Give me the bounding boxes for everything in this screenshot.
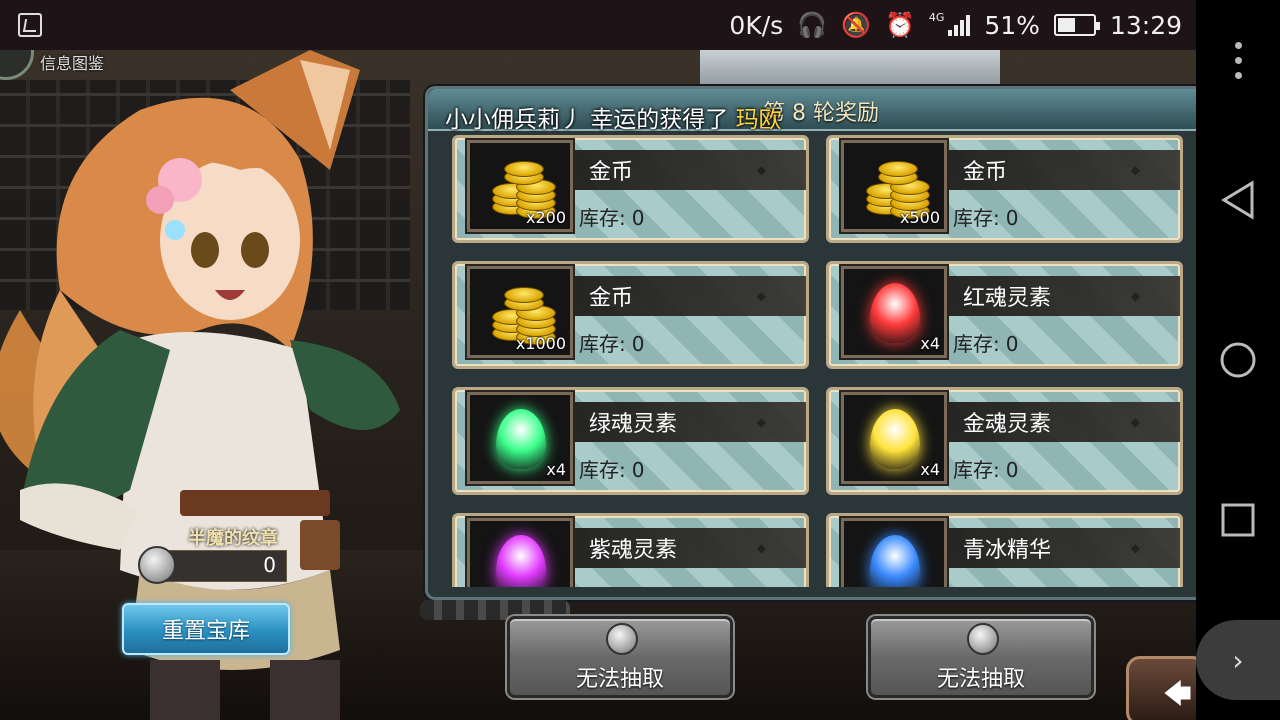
net-speed: 0K/s: [729, 10, 784, 40]
background-window: [700, 50, 1000, 90]
reward-item-name: 绿魂灵素: [565, 402, 806, 442]
announcement-text: 小小佣兵莉丿 幸运的获得了: [445, 107, 729, 133]
reward-item-name: 金币: [939, 150, 1180, 190]
reward-item-card[interactable]: 紫魂灵素: [452, 513, 809, 587]
back-arrow-button[interactable]: 🡄: [1126, 656, 1196, 720]
stock-value: 0: [1005, 332, 1019, 356]
status-bar: 0K/s 🎧 🔕 ⏰ 4G 51% 13:29: [0, 0, 1196, 50]
mute-icon: 🔕: [841, 11, 871, 39]
clock: 13:29: [1109, 10, 1182, 40]
reward-item-name: 金魂灵素: [939, 402, 1180, 442]
info-gallery-label: 信息图鉴: [40, 54, 105, 73]
stock-value: 0: [631, 332, 645, 356]
reward-item-name: 红魂灵素: [939, 276, 1180, 316]
draw-button-single[interactable]: 无法抽取: [507, 616, 733, 698]
android-navigation-bar: [1196, 0, 1280, 720]
reward-item-stock: 库存: 0: [579, 454, 644, 483]
emblem-count: 0: [263, 553, 276, 577]
reward-item-name: 金币: [565, 150, 806, 190]
reward-item-name: 紫魂灵素: [565, 528, 806, 568]
stock-label: 库存:: [579, 332, 626, 356]
crystal-graphic: [870, 409, 920, 469]
reward-item-name: 青冰精华: [939, 528, 1180, 568]
stock-label: 库存:: [953, 332, 1000, 356]
gold-coins-icon: x1000: [467, 266, 573, 358]
crystal-graphic: [496, 409, 546, 469]
status-bar-indicators: 0K/s 🎧 🔕 ⏰ 4G 51% 13:29: [729, 0, 1182, 50]
announcement-item: 玛欧: [735, 107, 782, 133]
stock-label: 库存:: [579, 206, 626, 230]
purple-soul-crystal-icon: [467, 518, 573, 587]
reward-item-card[interactable]: 红魂灵素库存:0 x4: [826, 261, 1183, 369]
draw-button-multi[interactable]: 无法抽取: [868, 616, 1094, 698]
battery-fill: [1057, 18, 1076, 32]
reward-item-stock: 库存: 0: [579, 202, 644, 231]
overflow-menu-icon[interactable]: [1196, 30, 1280, 90]
crystal-graphic: [870, 283, 920, 343]
emblem-title: 半魔的纹章: [188, 528, 278, 549]
network-type: 4G: [928, 10, 945, 24]
blue-ice-essence-icon: [841, 518, 947, 587]
reward-item-card[interactable]: 金魂灵素库存:0 x4: [826, 387, 1183, 495]
reward-item-stock: 库存: 0: [953, 454, 1018, 483]
reward-item-quantity: x4: [920, 460, 940, 479]
gold-coins-icon: x200: [467, 140, 573, 232]
reward-item-stock: 库存: 0: [953, 202, 1018, 231]
emblem-coin-icon: [606, 623, 638, 655]
reward-item-quantity: x500: [899, 208, 940, 227]
home-circle-icon: [1220, 342, 1256, 378]
reward-item-card[interactable]: 金币库存:0 x200: [452, 135, 809, 243]
emblem-counter: 半魔的纹章 0: [138, 520, 288, 590]
stock-label: 库存:: [953, 206, 1000, 230]
stock-label: 库存:: [953, 458, 1000, 482]
battery-icon: [1053, 14, 1100, 36]
back-triangle-icon: [1221, 180, 1254, 220]
recents-square-icon: [1221, 503, 1255, 537]
headphones-icon: 🎧: [797, 11, 828, 39]
stock-value: 0: [1005, 458, 1019, 482]
game-scene[interactable]: 信息图鉴 半魔的纹章 0 重置宝库 第 8 轮奖励 金币 ◆ 库存: 0 x20…: [0, 50, 1196, 720]
reward-item-card[interactable]: 青冰精华: [826, 513, 1183, 587]
battery-percent: 51%: [984, 10, 1040, 40]
rewards-panel: 第 8 轮奖励 金币库存:0x200金币库存:0x500金币库存:0x1000红…: [425, 86, 1196, 600]
stock-value: 0: [631, 206, 645, 230]
nav-recents-button[interactable]: [1196, 490, 1280, 550]
green-soul-crystal-icon: x4: [467, 392, 573, 484]
stock-value: 0: [1005, 206, 1019, 230]
reward-item-quantity: x1000: [515, 334, 566, 353]
reward-item-quantity: x200: [525, 208, 566, 227]
nav-home-button[interactable]: [1196, 330, 1280, 390]
rewards-list[interactable]: 金币库存:0x200金币库存:0x500金币库存:0x1000红魂灵素库存:0x…: [428, 135, 1196, 587]
reward-item-card[interactable]: 金币库存:0 x1000: [452, 261, 809, 369]
loot-announcement: 小小佣兵莉丿 幸运的获得了 玛欧: [445, 100, 782, 134]
reward-item-card[interactable]: 金币库存:0 x500: [826, 135, 1183, 243]
draw-button-label: 无法抽取: [936, 667, 1025, 692]
reward-item-card[interactable]: 绿魂灵素库存:0 x4: [452, 387, 809, 495]
crystal-graphic: [496, 535, 546, 587]
signal-icon: 4G: [929, 11, 945, 24]
gallery-icon: [18, 13, 42, 37]
gold-coins-icon: x500: [841, 140, 947, 232]
reward-item-quantity: x4: [546, 460, 566, 479]
alarm-icon: ⏰: [884, 11, 915, 39]
stock-value: 0: [631, 458, 645, 482]
signal-bars-icon: [948, 14, 971, 36]
reset-vault-button[interactable]: 重置宝库: [122, 603, 290, 655]
crystal-graphic: [870, 535, 920, 587]
red-soul-crystal-icon: x4: [841, 266, 947, 358]
reward-item-name: 金币: [565, 276, 806, 316]
reward-item-stock: 库存: 0: [953, 328, 1018, 357]
gold-soul-crystal-icon: x4: [841, 392, 947, 484]
info-gallery-tab[interactable]: 信息图鉴: [0, 50, 150, 80]
emblem-coin-icon: [967, 623, 999, 655]
emblem-coin-icon: [138, 546, 176, 584]
stock-label: 库存:: [579, 458, 626, 482]
chevron-right-icon[interactable]: ›: [1196, 620, 1280, 700]
arrow-left-icon: 🡄: [1163, 677, 1192, 710]
draw-button-label: 无法抽取: [575, 667, 664, 692]
reward-item-stock: 库存: 0: [579, 328, 644, 357]
reward-item-quantity: x4: [920, 334, 940, 353]
nav-back-button[interactable]: [1196, 170, 1280, 230]
